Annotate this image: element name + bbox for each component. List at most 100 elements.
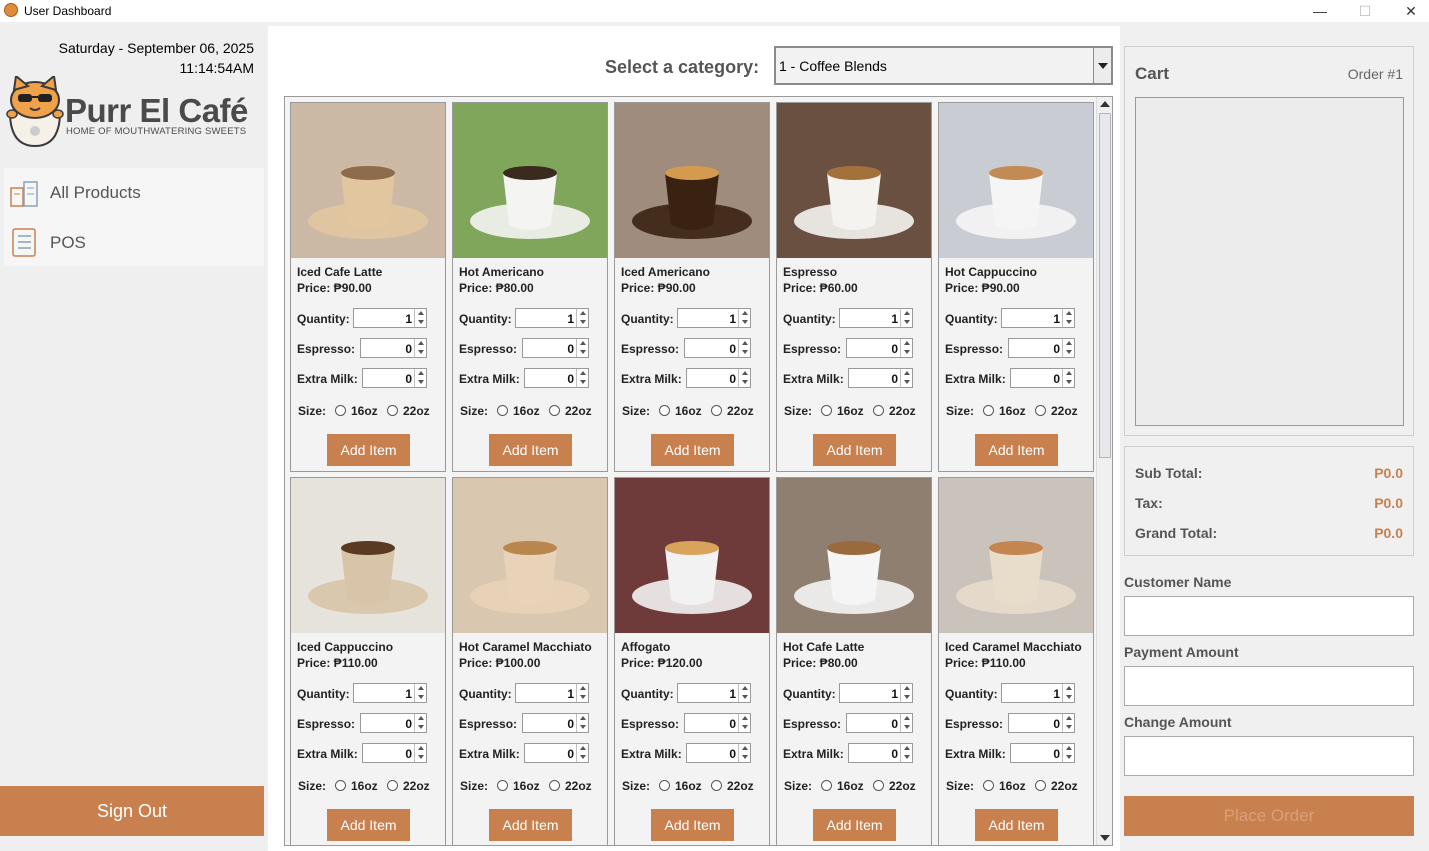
espresso-stepper[interactable]: 0 bbox=[522, 338, 589, 358]
quantity-stepper[interactable]: 1 bbox=[1001, 308, 1075, 328]
stepper-arrows-icon[interactable] bbox=[576, 714, 588, 732]
sidebar-item-all-products[interactable]: All Products bbox=[4, 168, 264, 216]
size-22oz-radio[interactable] bbox=[387, 780, 398, 791]
stepper-arrows-icon[interactable] bbox=[414, 684, 426, 702]
change-amount-input[interactable] bbox=[1124, 736, 1414, 776]
size-22oz-radio[interactable] bbox=[387, 405, 398, 416]
extra-milk-stepper[interactable]: 0 bbox=[362, 743, 427, 763]
size-22oz-radio[interactable] bbox=[1035, 780, 1046, 791]
stepper-arrows-icon[interactable] bbox=[738, 684, 750, 702]
extra-milk-stepper[interactable]: 0 bbox=[362, 368, 427, 388]
stepper-arrows-icon[interactable] bbox=[1062, 339, 1074, 357]
vertical-scrollbar[interactable] bbox=[1096, 97, 1112, 845]
quantity-stepper[interactable]: 1 bbox=[677, 683, 751, 703]
size-22oz-radio[interactable] bbox=[711, 780, 722, 791]
stepper-arrows-icon[interactable] bbox=[414, 309, 426, 327]
add-item-button[interactable]: Add Item bbox=[327, 434, 410, 466]
size-16oz-radio[interactable] bbox=[497, 780, 508, 791]
stepper-arrows-icon[interactable] bbox=[900, 744, 912, 762]
add-item-button[interactable]: Add Item bbox=[975, 809, 1058, 841]
stepper-arrows-icon[interactable] bbox=[738, 309, 750, 327]
stepper-arrows-icon[interactable] bbox=[1062, 744, 1074, 762]
add-item-button[interactable]: Add Item bbox=[813, 809, 896, 841]
stepper-arrows-icon[interactable] bbox=[414, 744, 426, 762]
add-item-button[interactable]: Add Item bbox=[975, 434, 1058, 466]
stepper-arrows-icon[interactable] bbox=[1062, 684, 1074, 702]
add-item-button[interactable]: Add Item bbox=[489, 809, 572, 841]
add-item-button[interactable]: Add Item bbox=[489, 434, 572, 466]
quantity-stepper[interactable]: 1 bbox=[839, 308, 913, 328]
extra-milk-stepper[interactable]: 0 bbox=[1010, 368, 1075, 388]
quantity-stepper[interactable]: 1 bbox=[515, 308, 589, 328]
sidebar-item-pos[interactable]: POS bbox=[4, 218, 264, 266]
extra-milk-stepper[interactable]: 0 bbox=[524, 368, 589, 388]
stepper-arrows-icon[interactable] bbox=[900, 339, 912, 357]
customer-name-input[interactable] bbox=[1124, 596, 1414, 636]
stepper-arrows-icon[interactable] bbox=[576, 339, 588, 357]
size-22oz-radio[interactable] bbox=[711, 405, 722, 416]
extra-milk-stepper[interactable]: 0 bbox=[848, 743, 913, 763]
extra-milk-stepper[interactable]: 0 bbox=[848, 368, 913, 388]
espresso-stepper[interactable]: 0 bbox=[1008, 338, 1075, 358]
espresso-stepper[interactable]: 0 bbox=[846, 713, 913, 733]
stepper-arrows-icon[interactable] bbox=[900, 369, 912, 387]
stepper-arrows-icon[interactable] bbox=[576, 684, 588, 702]
size-16oz-radio[interactable] bbox=[659, 405, 670, 416]
payment-amount-input[interactable] bbox=[1124, 666, 1414, 706]
size-16oz-radio[interactable] bbox=[659, 780, 670, 791]
stepper-arrows-icon[interactable] bbox=[576, 744, 588, 762]
quantity-stepper[interactable]: 1 bbox=[677, 308, 751, 328]
quantity-stepper[interactable]: 1 bbox=[839, 683, 913, 703]
size-16oz-radio[interactable] bbox=[821, 405, 832, 416]
quantity-stepper[interactable]: 1 bbox=[353, 683, 427, 703]
stepper-arrows-icon[interactable] bbox=[738, 714, 750, 732]
cart-items-list[interactable] bbox=[1135, 97, 1404, 426]
size-16oz-radio[interactable] bbox=[497, 405, 508, 416]
stepper-arrows-icon[interactable] bbox=[1062, 369, 1074, 387]
sign-out-button[interactable]: Sign Out bbox=[0, 786, 264, 836]
espresso-stepper[interactable]: 0 bbox=[684, 713, 751, 733]
stepper-arrows-icon[interactable] bbox=[900, 714, 912, 732]
stepper-arrows-icon[interactable] bbox=[414, 369, 426, 387]
maximize-button[interactable]: ☐ bbox=[1342, 0, 1388, 22]
stepper-arrows-icon[interactable] bbox=[1062, 714, 1074, 732]
scroll-down-icon[interactable] bbox=[1100, 835, 1110, 841]
espresso-stepper[interactable]: 0 bbox=[522, 713, 589, 733]
stepper-arrows-icon[interactable] bbox=[1062, 309, 1074, 327]
quantity-stepper[interactable]: 1 bbox=[353, 308, 427, 328]
stepper-arrows-icon[interactable] bbox=[576, 369, 588, 387]
size-22oz-radio[interactable] bbox=[873, 405, 884, 416]
size-16oz-radio[interactable] bbox=[983, 405, 994, 416]
place-order-button[interactable]: Place Order bbox=[1124, 796, 1414, 836]
stepper-arrows-icon[interactable] bbox=[576, 309, 588, 327]
close-button[interactable]: ✕ bbox=[1388, 0, 1429, 22]
espresso-stepper[interactable]: 0 bbox=[360, 338, 427, 358]
extra-milk-stepper[interactable]: 0 bbox=[686, 368, 751, 388]
stepper-arrows-icon[interactable] bbox=[738, 744, 750, 762]
espresso-stepper[interactable]: 0 bbox=[684, 338, 751, 358]
add-item-button[interactable]: Add Item bbox=[813, 434, 896, 466]
size-22oz-radio[interactable] bbox=[549, 405, 560, 416]
extra-milk-stepper[interactable]: 0 bbox=[686, 743, 751, 763]
stepper-arrows-icon[interactable] bbox=[738, 369, 750, 387]
stepper-arrows-icon[interactable] bbox=[900, 309, 912, 327]
extra-milk-stepper[interactable]: 0 bbox=[524, 743, 589, 763]
size-16oz-radio[interactable] bbox=[821, 780, 832, 791]
size-22oz-radio[interactable] bbox=[873, 780, 884, 791]
add-item-button[interactable]: Add Item bbox=[651, 809, 734, 841]
stepper-arrows-icon[interactable] bbox=[900, 684, 912, 702]
stepper-arrows-icon[interactable] bbox=[414, 714, 426, 732]
size-22oz-radio[interactable] bbox=[549, 780, 560, 791]
chevron-down-icon[interactable] bbox=[1093, 48, 1111, 83]
espresso-stepper[interactable]: 0 bbox=[1008, 713, 1075, 733]
scroll-up-icon[interactable] bbox=[1100, 101, 1110, 107]
extra-milk-stepper[interactable]: 0 bbox=[1010, 743, 1075, 763]
stepper-arrows-icon[interactable] bbox=[414, 339, 426, 357]
espresso-stepper[interactable]: 0 bbox=[846, 338, 913, 358]
quantity-stepper[interactable]: 1 bbox=[1001, 683, 1075, 703]
stepper-arrows-icon[interactable] bbox=[738, 339, 750, 357]
size-22oz-radio[interactable] bbox=[1035, 405, 1046, 416]
espresso-stepper[interactable]: 0 bbox=[360, 713, 427, 733]
size-16oz-radio[interactable] bbox=[335, 405, 346, 416]
size-16oz-radio[interactable] bbox=[335, 780, 346, 791]
